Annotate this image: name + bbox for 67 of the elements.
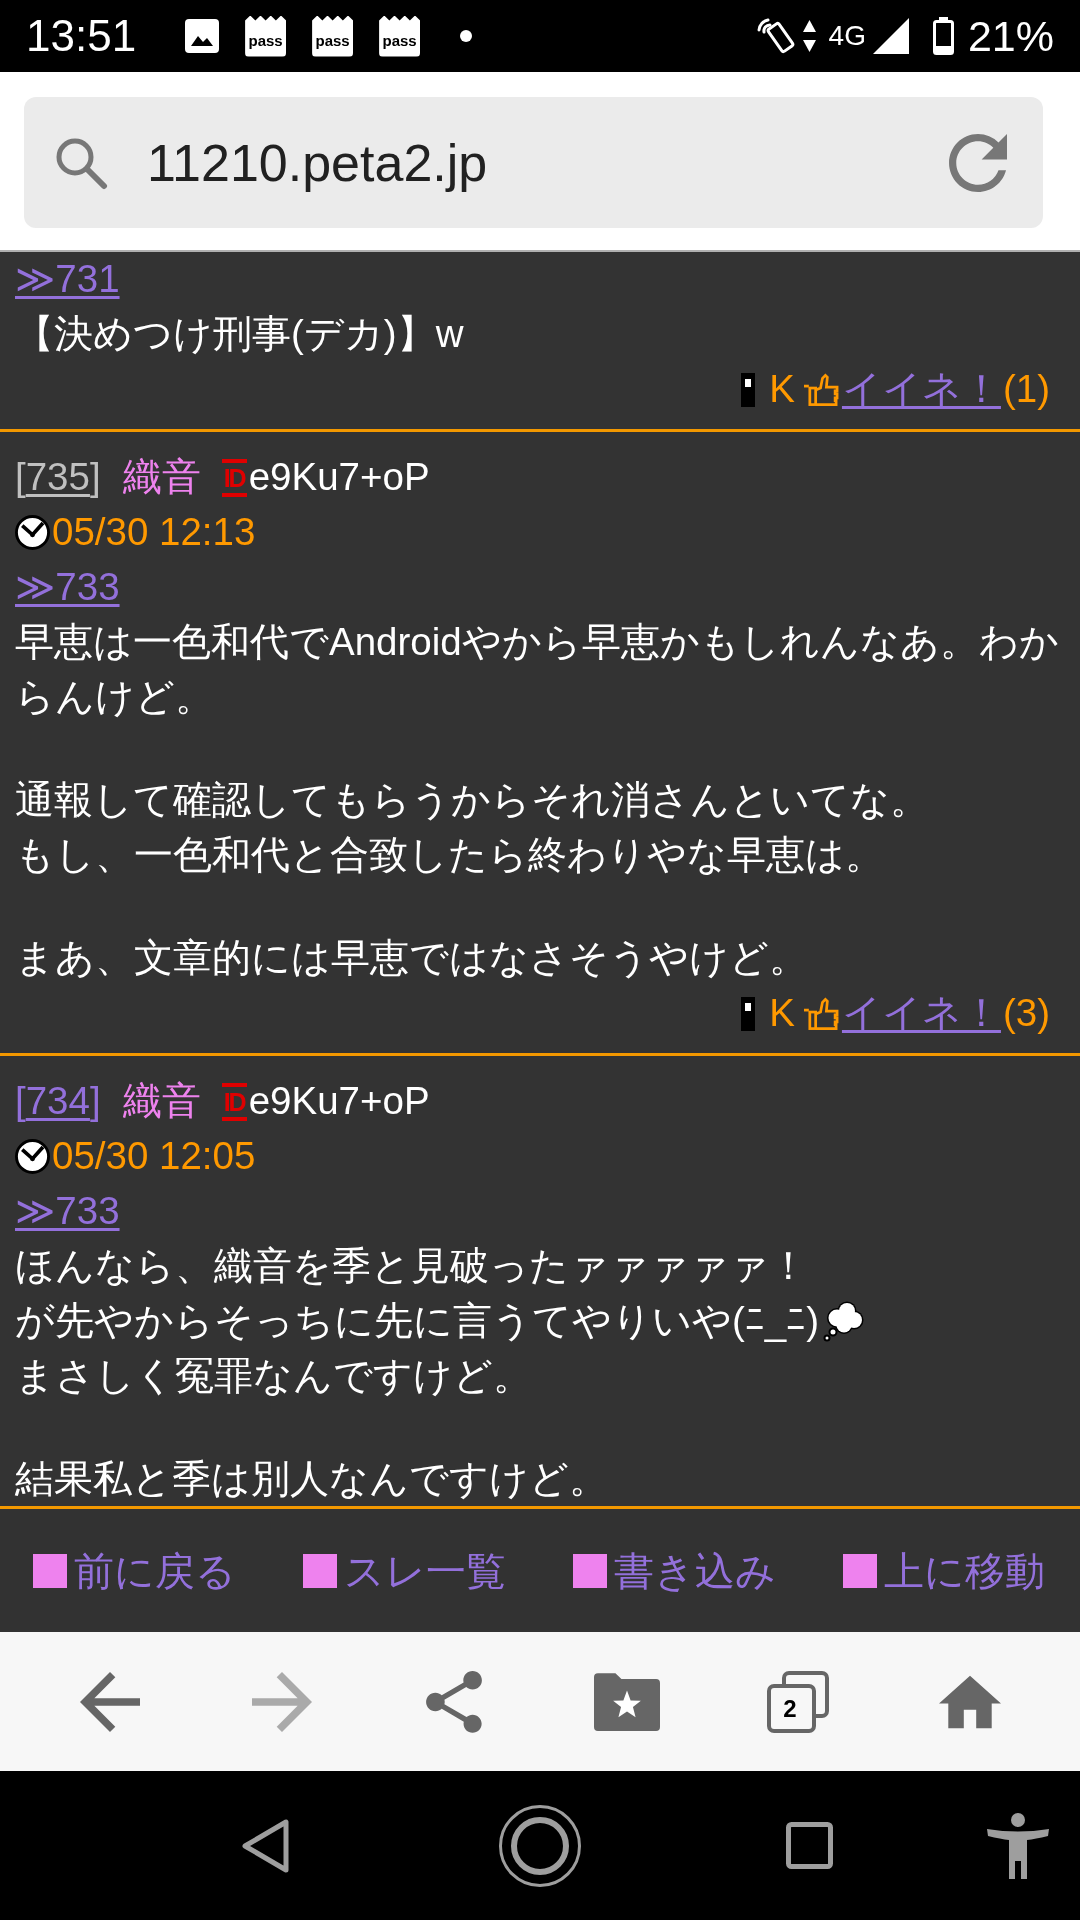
poster-name: 織音 <box>122 1082 201 1121</box>
data-arrows-icon <box>801 18 817 54</box>
post-date: 05/30 12:13 <box>52 513 256 552</box>
post-text: ほんなら、織音を季と見破ったァァァァァ！ <box>15 1243 808 1290</box>
site-nav-link[interactable]: 前に戻る <box>33 1550 236 1591</box>
post-text: まさしく冤罪なんですけど。 <box>15 1353 532 1400</box>
like-count: (1) <box>1002 370 1050 409</box>
thumbs-up-icon <box>802 996 840 1031</box>
square-icon <box>843 1553 877 1588</box>
status-time: 13:51 <box>26 14 137 58</box>
clock-icon <box>15 1139 50 1174</box>
battery-icon <box>932 17 954 55</box>
post-text: 結果私と季は別人なんですけど。 <box>15 1456 608 1503</box>
reload-icon[interactable] <box>949 133 1007 192</box>
recents-icon[interactable] <box>786 1822 833 1869</box>
battery-percent: 21% <box>967 14 1054 58</box>
carrier-label: K <box>769 370 795 409</box>
post-text: 早恵は一色和代でAndroidやから早恵かもしれんなあ。わか <box>15 619 1059 666</box>
square-icon <box>573 1553 607 1588</box>
share-icon <box>426 1670 482 1733</box>
ticket-icon: pass <box>379 15 421 57</box>
arrow-left-icon <box>80 1671 140 1732</box>
poster-id: e9Ku7+oP <box>248 1082 430 1121</box>
clock-icon <box>15 515 50 550</box>
like-count: (3) <box>1002 994 1050 1033</box>
id-label: ID <box>221 458 247 497</box>
poster-name: 織音 <box>122 458 201 497</box>
signal-icon <box>872 18 909 54</box>
thumbs-up-icon <box>802 372 840 407</box>
stacked-squares-icon <box>767 1670 829 1733</box>
post-text: が先やからそっちに先に言うてやりいや(ﾆ_ﾆ) <box>15 1298 820 1345</box>
star-folder-icon <box>594 1672 660 1731</box>
like-link[interactable]: イイネ！ <box>841 994 1001 1033</box>
post-text: 【決めつけ刑事(デカ)】w <box>15 311 464 358</box>
tabs-button[interactable]: 2 <box>766 1669 830 1734</box>
ticket-icon: pass <box>245 15 287 57</box>
home-ring-icon[interactable] <box>499 1804 581 1887</box>
square-icon <box>33 1553 67 1588</box>
square-icon <box>303 1553 337 1588</box>
post-date: 05/30 12:05 <box>52 1137 256 1176</box>
image-icon <box>185 19 220 53</box>
site-nav-link[interactable]: スレ一覧 <box>303 1550 506 1591</box>
address-field[interactable]: 11210.peta2.jp <box>24 97 1043 228</box>
post-text: らんけど。 <box>15 674 214 721</box>
accessibility-icon[interactable] <box>987 1812 1049 1879</box>
network-type: 4G <box>828 22 866 50</box>
post-text: もし、一色和代と合致したら終わりやな早恵は。 <box>15 832 884 879</box>
post-text: 通報して確認してもらうからそれ消さんといてな。 <box>15 777 929 824</box>
reply-link[interactable]: ≫733 <box>15 568 120 607</box>
site-nav-link[interactable]: 書き込み <box>573 1550 776 1591</box>
carrier-label: K <box>769 994 795 1033</box>
post-number-link[interactable]: [735] <box>15 458 101 497</box>
back-button[interactable] <box>78 1669 142 1734</box>
ticket-icon: pass <box>312 15 354 57</box>
mobile-phone-icon <box>741 372 756 407</box>
post-text: まあ、文章的には早恵ではなさそうやけど。 <box>15 935 808 982</box>
site-nav-link[interactable]: 上に移動 <box>843 1550 1045 1591</box>
id-label: ID <box>221 1082 247 1121</box>
reply-link[interactable]: ≫731 <box>15 260 120 299</box>
arrow-right-icon <box>252 1671 312 1732</box>
like-link[interactable]: イイネ！ <box>841 370 1001 409</box>
dot-icon <box>460 30 473 42</box>
reply-link[interactable]: ≫733 <box>15 1192 120 1231</box>
poster-id: e9Ku7+oP <box>248 458 430 497</box>
back-icon[interactable] <box>242 1818 289 1873</box>
mobile-phone-icon <box>741 996 756 1031</box>
post-number-link[interactable]: [734] <box>15 1082 101 1121</box>
